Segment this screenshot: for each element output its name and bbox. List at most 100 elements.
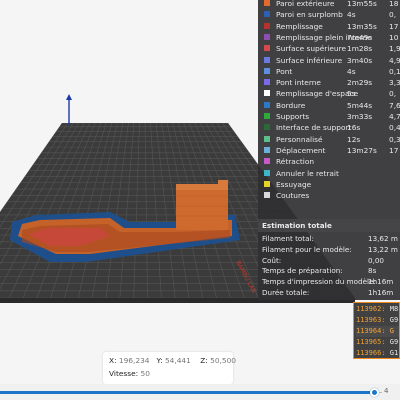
legend-item-percent: 18 bbox=[389, 0, 399, 8]
gcode-line[interactable]: 113966: G1 bbox=[356, 348, 399, 358]
legend-panel: Paroi extérieure 13m55s 18 Paroi en surplom… bbox=[258, 0, 400, 300]
z-axis-arrow-icon bbox=[66, 94, 72, 100]
legend-item-time: 7m49s bbox=[347, 32, 373, 42]
legend-item-time: 16s bbox=[347, 123, 361, 133]
legend-item-label: Remplissage d'espace bbox=[276, 89, 359, 99]
speed-value: 50 bbox=[140, 369, 150, 378]
z-label: Z: bbox=[200, 356, 208, 365]
legend-swatch bbox=[264, 79, 270, 86]
legend-item-time: 13m55s bbox=[347, 0, 377, 8]
legend-item[interactable]: Pont interne 2m29s 3,3 bbox=[258, 77, 400, 88]
legend-item-label: Bordure bbox=[276, 100, 306, 110]
legend-item-percent: 0,4 bbox=[389, 123, 400, 133]
legend-item[interactable]: Annuler le retrait bbox=[258, 168, 400, 179]
legend-item[interactable]: Remplissage 13m35s 17 bbox=[258, 21, 400, 32]
legend-swatch bbox=[264, 0, 270, 6]
gcode-line[interactable]: 113963: G9 bbox=[356, 315, 399, 326]
slider-track-filled bbox=[0, 391, 374, 394]
legend-item-percent: 10 bbox=[389, 32, 399, 42]
legend-item-time: 5s bbox=[347, 89, 356, 99]
gcode-viewer[interactable]: 113962: M8 113963: G9 113964: G 113965: G9 1… bbox=[353, 302, 400, 359]
legend-item-percent: 0, bbox=[389, 10, 397, 20]
legend-swatch bbox=[264, 180, 270, 187]
z-value: 50,500 bbox=[210, 356, 237, 365]
legend-swatch bbox=[264, 146, 270, 153]
legend-swatch bbox=[264, 169, 270, 176]
legend-item[interactable]: Remplissage plein interne 7m49s 10 bbox=[258, 32, 400, 43]
estimation-title: Estimation totale bbox=[262, 221, 332, 230]
legend-item-time: 1m28s bbox=[347, 44, 373, 54]
legend-item[interactable]: Rétraction bbox=[258, 156, 400, 167]
x-value: 196,234 bbox=[118, 356, 150, 365]
x-label: X: bbox=[109, 356, 117, 365]
legend-item-time: 4s bbox=[347, 66, 356, 76]
legend-swatch bbox=[264, 33, 270, 40]
legend-item[interactable]: Essuyage bbox=[258, 179, 400, 190]
legend-item[interactable]: Supports 3m33s 4,7 bbox=[258, 111, 400, 122]
legend-item[interactable]: Interface de support 16s 0,4 bbox=[258, 122, 400, 133]
legend-item[interactable]: Personnalisé 12s 0,3 bbox=[258, 134, 400, 145]
legend-item[interactable]: Remplissage d'espace 5s 0, bbox=[258, 88, 400, 99]
legend-swatch bbox=[264, 90, 270, 97]
legend-item[interactable]: Pont 4s 0,1 bbox=[258, 66, 400, 77]
legend-item-percent: 0,1 bbox=[389, 66, 400, 76]
legend-item[interactable]: Surface inférieure 3m40s 4,9 bbox=[258, 55, 400, 66]
estimation-row: Filament pour le modèle: 13,22 m bbox=[258, 244, 400, 255]
legend-item-percent: 17 bbox=[389, 21, 399, 31]
gcode-line-number: 113965: bbox=[356, 338, 386, 346]
estimation-value: 8s bbox=[368, 266, 377, 276]
estimation-label: Filament total: bbox=[262, 234, 314, 243]
legend-swatch bbox=[264, 45, 270, 52]
legend-item-time: 3m33s bbox=[347, 112, 373, 121]
estimation-label: Durée totale: bbox=[262, 288, 310, 297]
legend-item-label: Surface inférieure bbox=[276, 55, 343, 65]
legend-item[interactable]: Paroi en surplomb 4s 0, bbox=[258, 9, 400, 20]
legend-item-percent: 4,7 bbox=[389, 112, 400, 121]
legend-item[interactable]: Surface supérieure 1m28s 1,9 bbox=[258, 43, 400, 54]
legend-item-label: Supports bbox=[276, 112, 310, 121]
gcode-line[interactable]: 113965: G9 bbox=[356, 337, 399, 348]
legend-item-label: Déplacement bbox=[276, 145, 326, 155]
estimation-label: Coût: bbox=[262, 255, 282, 265]
gcode-line[interactable]: 113962: M8 bbox=[356, 304, 399, 315]
legend-item-label: Interface de support bbox=[276, 123, 352, 133]
legend-item-time: 3m40s bbox=[347, 55, 373, 65]
gcode-line-number: 113964: bbox=[356, 327, 386, 335]
legend-item-percent: 4,9 bbox=[389, 55, 400, 65]
legend-item-time: 13m35s bbox=[347, 21, 377, 31]
y-label: Y: bbox=[156, 356, 163, 365]
estimation-row: Temps de préparation: 8s bbox=[258, 265, 400, 276]
legend-item-label: Rétraction bbox=[276, 157, 315, 167]
legend-swatch bbox=[264, 135, 270, 142]
3d-viewport[interactable]: BAMBU LAB Paroi extérieure 13m55s 18 Paroi … bbox=[0, 0, 400, 400]
estimation-row: Temps d'impression du modèle: 1h16m bbox=[258, 276, 400, 287]
estimation-label: Temps de préparation: bbox=[262, 266, 343, 276]
legend-swatch bbox=[264, 56, 270, 63]
legend-item[interactable]: Coutures bbox=[258, 190, 400, 201]
legend-swatch bbox=[264, 124, 270, 131]
legend-swatch bbox=[264, 22, 270, 29]
legend-swatch bbox=[264, 11, 270, 18]
legend-item-percent: 0, bbox=[389, 89, 397, 99]
legend-item-time: 2m29s bbox=[347, 78, 373, 88]
legend-item[interactable]: Déplacement 13m27s 17 bbox=[258, 145, 400, 156]
layer-move-slider[interactable]: 4 bbox=[0, 384, 400, 400]
legend-item[interactable]: Bordure 5m44s 7,6 bbox=[258, 100, 400, 111]
legend-item-percent: 17 bbox=[389, 145, 399, 155]
gcode-command: G9 bbox=[389, 338, 399, 346]
gcode-command: G bbox=[389, 327, 394, 335]
estimation-value: 0,00 bbox=[368, 255, 385, 265]
legend-item[interactable]: Paroi extérieure 13m55s 18 bbox=[258, 0, 400, 9]
legend-item-percent: 1,9 bbox=[389, 44, 400, 54]
legend-item-label: Coutures bbox=[276, 191, 310, 201]
legend-item-label: Surface supérieure bbox=[276, 44, 347, 54]
legend-item-time: 12s bbox=[347, 134, 361, 144]
print-tower bbox=[176, 184, 228, 230]
legend-item-label: Remplissage bbox=[276, 21, 323, 31]
estimation-value: 13,22 m bbox=[368, 244, 398, 254]
estimation-value: 1h16m bbox=[368, 277, 394, 287]
y-value: 54,441 bbox=[164, 356, 191, 365]
gcode-line-number: 113963: bbox=[356, 316, 386, 324]
slider-thumb[interactable] bbox=[370, 388, 379, 397]
gcode-line[interactable]: 113964: G bbox=[356, 326, 399, 337]
